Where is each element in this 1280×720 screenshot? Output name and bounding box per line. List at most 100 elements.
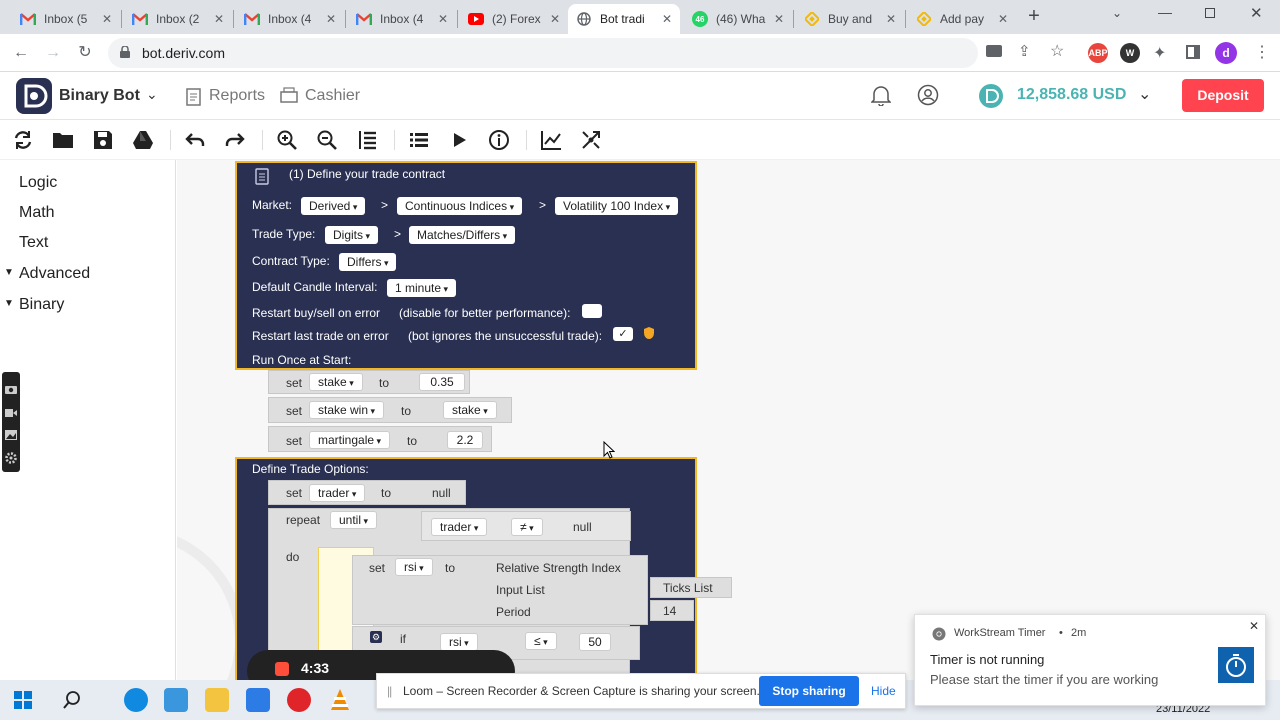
browser-tab[interactable]: 46 (46) Wha ✕ [684, 4, 792, 34]
close-window-button[interactable]: ✕ [1250, 4, 1263, 22]
store-icon[interactable] [164, 688, 188, 712]
reset-icon[interactable] [12, 129, 34, 151]
close-tab-icon[interactable]: ✕ [774, 12, 784, 26]
opera-icon[interactable] [287, 688, 311, 712]
new-tab-button[interactable]: + [1024, 6, 1044, 26]
info-icon[interactable] [488, 129, 510, 151]
search-icon[interactable] [62, 690, 82, 710]
profile-avatar[interactable]: d [1215, 42, 1237, 64]
undo-icon[interactable] [184, 129, 206, 151]
edge-icon[interactable] [124, 688, 148, 712]
close-tab-icon[interactable]: ✕ [438, 12, 448, 26]
address-bar[interactable]: bot.deriv.com [108, 38, 978, 68]
save-icon[interactable] [92, 129, 114, 151]
hide-button[interactable]: Hide [871, 684, 896, 698]
gallery-icon[interactable] [5, 430, 17, 440]
browser-tab[interactable]: Add pay ✕ [908, 4, 1016, 34]
trade-definition-block[interactable]: (1) Define your trade contract Market: D… [235, 161, 697, 370]
blockly-workspace[interactable]: (1) Define your trade contract Market: D… [177, 160, 1280, 680]
close-tab-icon[interactable]: ✕ [662, 12, 672, 26]
repeat-mode-dropdown[interactable]: until [330, 511, 378, 529]
browser-tab[interactable]: Inbox (2 ✕ [124, 4, 232, 34]
variable-dropdown[interactable]: stake [443, 401, 497, 419]
close-icon[interactable]: ✕ [1249, 619, 1259, 633]
bookmark-star-icon[interactable]: ☆ [1050, 41, 1064, 61]
chevron-down-icon[interactable]: ⌄ [146, 86, 158, 103]
variable-dropdown[interactable]: trader [309, 484, 366, 502]
trade-type-dropdown[interactable]: Digits [325, 226, 379, 244]
balance-chevron-icon[interactable]: ⌄ [1138, 84, 1151, 104]
set-rsi-block[interactable]: set rsi to Relative Strength Index Input… [352, 555, 648, 625]
browser-menu-icon[interactable]: ⋮ [1254, 42, 1270, 62]
deriv-logo[interactable] [16, 78, 52, 114]
bell-icon[interactable] [871, 84, 891, 106]
zoom-out-icon[interactable] [316, 129, 338, 151]
deposit-button[interactable]: Deposit [1182, 79, 1264, 112]
close-tab-icon[interactable]: ✕ [214, 12, 224, 26]
close-tab-icon[interactable]: ✕ [326, 12, 336, 26]
notification-toast[interactable]: WorkStream Timer • 2m ✕ Timer is not run… [914, 614, 1266, 706]
close-tab-icon[interactable]: ✕ [886, 12, 896, 26]
browser-tab[interactable]: Inbox (4 ✕ [236, 4, 344, 34]
camera-icon[interactable] [986, 45, 1002, 57]
open-folder-icon[interactable] [52, 129, 74, 151]
tab-search-icon[interactable]: ⌄ [1112, 6, 1122, 20]
variable-dropdown[interactable]: martingale [309, 431, 391, 449]
number-field[interactable]: 2.2 [447, 431, 483, 449]
variable-dropdown[interactable]: stake [309, 373, 363, 391]
operator-dropdown[interactable]: ≠ [511, 518, 543, 536]
app-name[interactable]: Binary Bot [59, 87, 140, 105]
variable-dropdown[interactable]: rsi [395, 558, 433, 576]
stop-recording-icon[interactable] [275, 662, 289, 676]
browser-tab[interactable]: Buy and ✕ [796, 4, 904, 34]
windows-start-icon[interactable] [14, 691, 32, 709]
candle-interval-dropdown[interactable]: 1 minute [387, 279, 457, 297]
symbol-dropdown[interactable]: Volatility 100 Index [555, 197, 679, 215]
settings-gear-icon[interactable] [5, 452, 17, 464]
zoom-in-icon[interactable] [276, 129, 298, 151]
wordpress-extension-icon[interactable]: W [1120, 43, 1140, 63]
browser-tab-active[interactable]: Bot tradi ✕ [568, 4, 680, 34]
video-icon[interactable] [5, 408, 17, 418]
cashier-link[interactable]: Cashier [305, 87, 360, 105]
forward-button[interactable]: → [42, 42, 64, 64]
set-martingale-block[interactable]: set martingale to 2.2 [268, 426, 492, 452]
close-tab-icon[interactable]: ✕ [550, 12, 560, 26]
drag-handle-icon[interactable]: || [387, 684, 392, 698]
adblock-icon[interactable]: ABP [1088, 43, 1108, 63]
reload-button[interactable]: ↻ [74, 42, 96, 64]
category-logic[interactable]: Logic [19, 174, 57, 192]
trade-subtype-dropdown[interactable]: Matches/Differs [409, 226, 516, 244]
rearrange-icon[interactable] [356, 129, 378, 151]
account-icon[interactable] [917, 84, 939, 106]
browser-tab[interactable]: Inbox (4 ✕ [348, 4, 456, 34]
chart-icon[interactable] [540, 129, 562, 151]
minimize-button[interactable]: — [1158, 4, 1172, 20]
restore-button[interactable] [1205, 8, 1215, 18]
restart-last-trade-checkbox[interactable]: ✓ [613, 327, 633, 341]
vlc-icon[interactable] [328, 688, 352, 712]
category-binary[interactable]: Binary [4, 296, 64, 314]
category-advanced[interactable]: Advanced [4, 265, 90, 283]
market-dropdown[interactable]: Derived [301, 197, 366, 215]
share-icon[interactable]: ⇪ [1018, 42, 1031, 60]
submarket-dropdown[interactable]: Continuous Indices [397, 197, 523, 215]
category-math[interactable]: Math [19, 204, 55, 222]
side-panel-icon[interactable] [1186, 45, 1200, 59]
set-stake-win-block[interactable]: set stake win to stake [268, 397, 512, 423]
run-bot-icon[interactable] [448, 129, 470, 151]
google-drive-icon[interactable] [132, 129, 154, 151]
set-trader-block[interactable]: set trader to null [268, 480, 466, 505]
summary-list-icon[interactable] [408, 129, 430, 151]
operator-dropdown[interactable]: ≤ [525, 632, 557, 650]
number-field[interactable]: 50 [579, 633, 611, 651]
extensions-puzzle-icon[interactable]: ✦ [1153, 43, 1166, 63]
gear-icon[interactable]: ⚙ [370, 631, 382, 643]
stop-sharing-button[interactable]: Stop sharing [759, 676, 859, 706]
close-tab-icon[interactable]: ✕ [102, 12, 112, 26]
mail-icon[interactable] [246, 688, 270, 712]
period-number-block[interactable]: 14 [650, 600, 694, 621]
file-explorer-icon[interactable] [205, 688, 229, 712]
reports-link[interactable]: Reports [209, 87, 265, 105]
variable-dropdown[interactable]: trader [431, 518, 488, 536]
